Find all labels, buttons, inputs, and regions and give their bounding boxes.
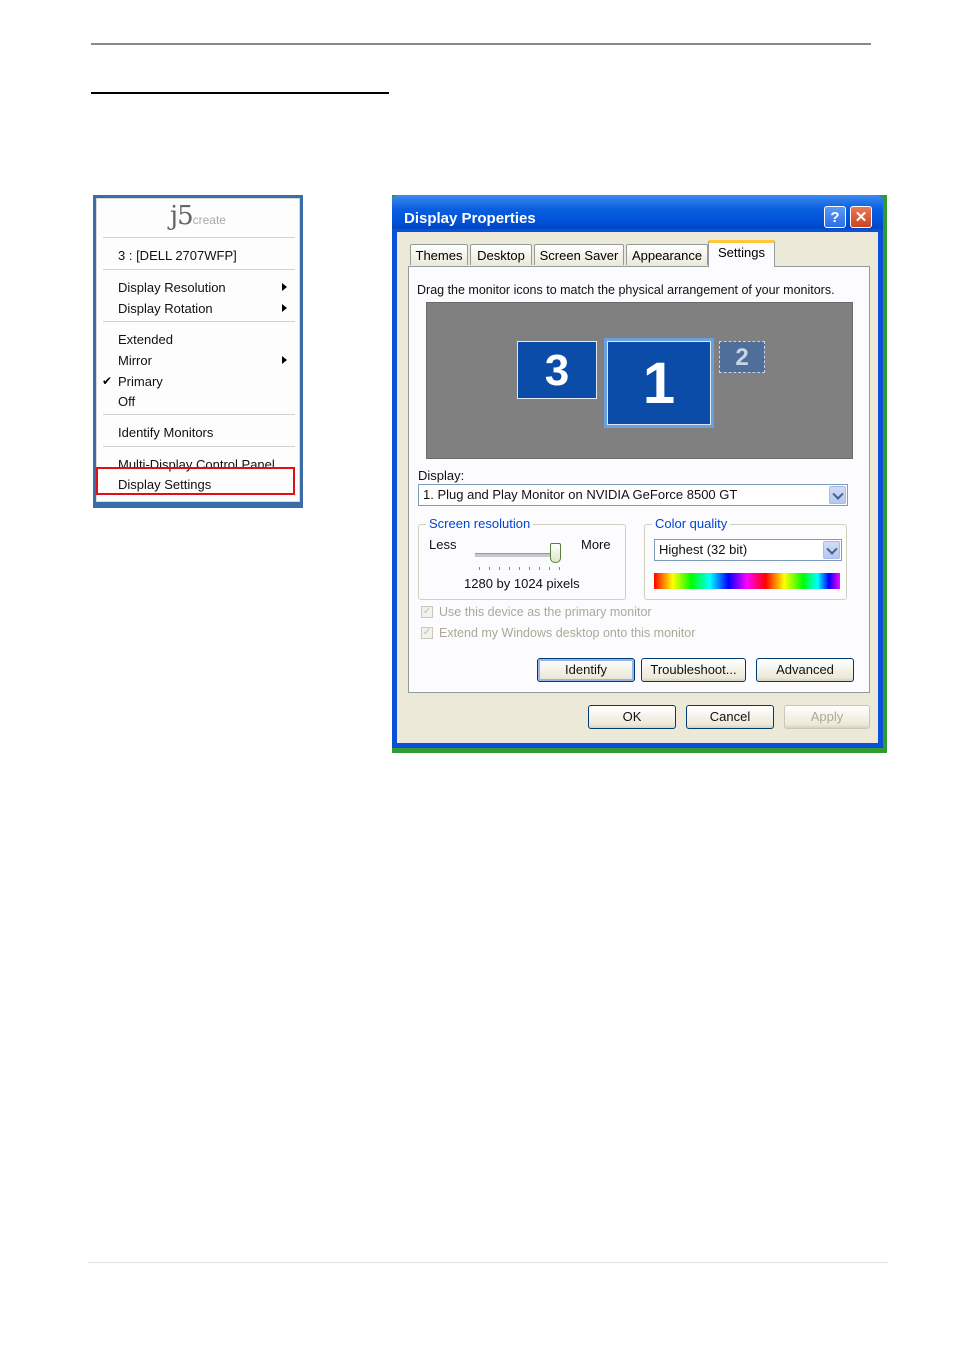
resolution-slider-track[interactable]	[475, 553, 555, 557]
menu-item-mirror[interactable]: Mirror	[118, 353, 152, 368]
menu-separator	[103, 446, 295, 447]
identify-button[interactable]: Identify	[537, 658, 635, 682]
troubleshoot-button[interactable]: Troubleshoot...	[641, 658, 746, 682]
monitor-arrangement-area: 3 1 2	[426, 302, 853, 459]
screen-resolution-title: Screen resolution	[426, 516, 534, 531]
display-properties-window: Display Properties ? ✕ Themes Desktop Sc…	[392, 195, 883, 748]
chevron-down-icon[interactable]	[823, 541, 840, 559]
title-bar[interactable]: Display Properties ? ✕	[392, 195, 883, 229]
cancel-button[interactable]: Cancel	[686, 705, 774, 729]
resolution-less-label: Less	[429, 537, 457, 552]
menu-item-display-rotation[interactable]: Display Rotation	[118, 301, 213, 316]
dialog-client: Themes Desktop Screen Saver Appearance S…	[397, 232, 878, 743]
window-title: Display Properties	[404, 210, 536, 227]
ok-button[interactable]: OK	[588, 705, 676, 729]
menu-item-identify-monitors[interactable]: Identify Monitors	[118, 425, 213, 440]
color-quality-title: Color quality	[652, 516, 731, 531]
primary-monitor-label: Use this device as the primary monitor	[439, 605, 652, 619]
resolution-more-label: More	[581, 537, 611, 552]
tab-desktop[interactable]: Desktop	[470, 244, 532, 265]
j5-logo: j5create	[97, 201, 299, 235]
menu-separator	[103, 269, 295, 270]
color-quality-select[interactable]: Highest (32 bit)	[654, 539, 842, 561]
monitor-icon-1[interactable]: 1	[604, 338, 714, 428]
display-label: Display:	[418, 468, 465, 483]
menu-separator	[103, 414, 295, 415]
slider-ticks	[479, 567, 561, 570]
color-quality-group: Color quality Highest (32 bit)	[644, 516, 847, 600]
menu-device-label: 3 : [DELL 2707WFP]	[118, 248, 237, 263]
menu-item-off[interactable]: Off	[118, 394, 135, 409]
display-select[interactable]: 1. Plug and Play Monitor on NVIDIA GeFor…	[418, 484, 848, 506]
resolution-slider-thumb[interactable]	[550, 543, 561, 563]
extend-desktop-checkbox[interactable]: ✓	[421, 627, 433, 639]
tab-settings[interactable]: Settings	[708, 240, 775, 267]
submenu-arrow-icon	[282, 283, 287, 291]
monitor-icon-2[interactable]: 2	[719, 341, 765, 373]
tab-themes[interactable]: Themes	[410, 244, 468, 265]
close-button[interactable]: ✕	[850, 206, 872, 228]
display-select-value: 1. Plug and Play Monitor on NVIDIA GeFor…	[423, 487, 738, 502]
section-title-rule	[91, 92, 389, 94]
menu-body: j5create 3 : [DELL 2707WFP] Display Reso…	[96, 198, 300, 502]
help-button[interactable]: ?	[824, 206, 846, 228]
menu-item-display-resolution[interactable]: Display Resolution	[118, 280, 226, 295]
page-top-rule	[91, 43, 871, 45]
menu-separator	[103, 237, 295, 238]
logo-main: j5	[170, 201, 194, 231]
desktop-background: Display Properties ? ✕ Themes Desktop Sc…	[392, 195, 887, 753]
color-quality-value: Highest (32 bit)	[659, 542, 748, 557]
logo-sub: create	[192, 213, 226, 227]
tab-screen-saver[interactable]: Screen Saver	[534, 244, 624, 265]
extend-desktop-label: Extend my Windows desktop onto this moni…	[439, 626, 696, 640]
checkmark-icon: ✔	[102, 374, 113, 388]
submenu-arrow-icon	[282, 356, 287, 364]
resolution-value: 1280 by 1024 pixels	[464, 576, 580, 591]
primary-monitor-checkbox[interactable]: ✓	[421, 606, 433, 618]
j5-context-menu: j5create 3 : [DELL 2707WFP] Display Reso…	[93, 195, 303, 508]
instruction-text: Drag the monitor icons to match the phys…	[417, 283, 835, 297]
chevron-down-icon[interactable]	[829, 486, 846, 504]
screen-resolution-group: Screen resolution Less More 1280 by 1024…	[418, 516, 626, 600]
page-bottom-rule	[88, 1262, 888, 1263]
menu-item-primary[interactable]: Primary	[118, 374, 163, 389]
submenu-arrow-icon	[282, 304, 287, 312]
menu-item-extended[interactable]: Extended	[118, 332, 173, 347]
display-settings-highlight	[96, 467, 295, 495]
color-spectrum-bar	[654, 573, 840, 589]
tab-appearance[interactable]: Appearance	[626, 244, 708, 265]
apply-button[interactable]: Apply	[784, 705, 870, 729]
monitor-icon-3[interactable]: 3	[517, 341, 597, 399]
menu-separator	[103, 321, 295, 322]
advanced-button[interactable]: Advanced	[756, 658, 854, 682]
